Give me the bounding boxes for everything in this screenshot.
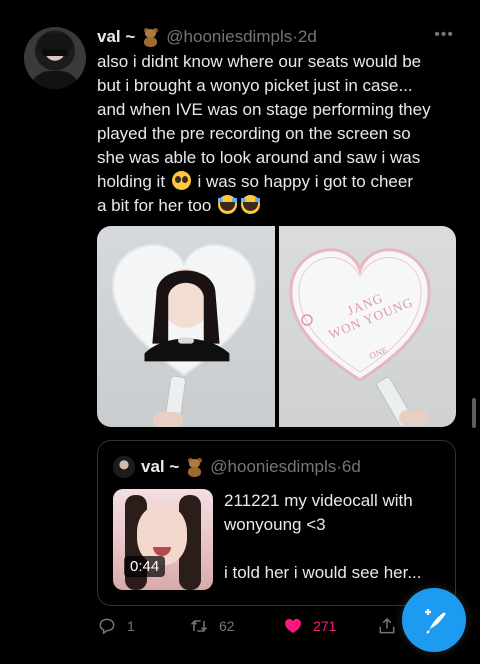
scrollbar[interactable] bbox=[472, 398, 476, 428]
photo-1[interactable] bbox=[97, 226, 275, 427]
video-duration: 0:44 bbox=[124, 556, 166, 577]
text-line: she was able to look around and saw i wa… bbox=[97, 148, 421, 167]
video-thumbnail[interactable]: 0:44 bbox=[113, 489, 213, 590]
pleading-face-icon bbox=[171, 171, 191, 190]
reply-button[interactable]: 1 bbox=[97, 614, 135, 638]
tweet-text: also i didnt know where our seats would … bbox=[97, 50, 467, 218]
author-avatar[interactable] bbox=[24, 27, 86, 89]
share-icon bbox=[379, 617, 395, 634]
quoted-tweet-header: val ~ @hooniesdimpls · 6d bbox=[113, 456, 361, 478]
tweet[interactable]: val ~ @hooniesdimpls · 2d ••• also i did… bbox=[0, 0, 480, 664]
text-line: but i brought a wonyo picket just in cas… bbox=[97, 76, 413, 95]
text-line: also i didnt know where our seats would … bbox=[97, 52, 422, 71]
text-line: wonyoung <3 bbox=[224, 515, 326, 534]
more-options-icon[interactable]: ••• bbox=[434, 26, 454, 44]
feather-plus-icon bbox=[425, 609, 446, 634]
hand bbox=[398, 410, 429, 426]
like-count: 271 bbox=[313, 618, 337, 634]
text-line-6: holding it i was so happy i got to cheer bbox=[97, 170, 467, 194]
text-line: played the pre recording on the screen s… bbox=[97, 124, 411, 143]
quoted-tweet[interactable]: val ~ @hooniesdimpls · 6d 0:44 211221 my… bbox=[97, 440, 456, 606]
tweet-header: val ~ @hooniesdimpls · 2d bbox=[97, 26, 317, 48]
quoted-author-avatar bbox=[113, 456, 135, 478]
tweet-actions: 1 62 271 bbox=[97, 614, 397, 638]
heart-fan-image bbox=[111, 243, 257, 377]
text-line-8: a bit for her too bbox=[97, 194, 467, 218]
tweet-time[interactable]: 2d bbox=[298, 27, 317, 47]
text-line: 211221 my videocall with bbox=[224, 491, 413, 510]
crying-face-icon bbox=[218, 195, 238, 214]
quoted-tweet-text: 211221 my videocall with wonyoung <3 i t… bbox=[224, 489, 444, 585]
retweet-count: 62 bbox=[219, 618, 235, 634]
crying-face-icon bbox=[241, 195, 261, 214]
text-segment: holding it bbox=[97, 172, 166, 191]
compose-tweet-button[interactable] bbox=[402, 588, 466, 652]
text-segment: a bit for her too bbox=[97, 196, 212, 215]
text-line: and when IVE was on stage performing the… bbox=[97, 100, 431, 119]
heart-icon bbox=[285, 618, 301, 634]
reply-icon bbox=[99, 618, 115, 635]
retweet-button[interactable]: 62 bbox=[189, 614, 235, 638]
author-name[interactable]: val ~ bbox=[97, 27, 135, 47]
text-segment: i was so happy i got to cheer bbox=[197, 172, 413, 191]
teddy-bear-icon bbox=[141, 27, 160, 47]
media-grid: JANG WON YOUNG ONE bbox=[97, 226, 456, 427]
author-handle[interactable]: @hooniesdimpls bbox=[166, 27, 292, 47]
text-line: i told her i would see her... bbox=[224, 563, 422, 582]
quoted-tweet-time: 6d bbox=[341, 457, 361, 476]
hand bbox=[153, 412, 183, 427]
teddy-bear-icon bbox=[185, 457, 204, 477]
like-button[interactable]: 271 bbox=[283, 614, 336, 638]
quoted-author-name: val ~ bbox=[141, 457, 180, 476]
retweet-icon bbox=[190, 620, 208, 632]
quoted-author-handle: @hooniesdimpls bbox=[210, 457, 337, 476]
reply-count: 1 bbox=[127, 618, 135, 634]
photo-2[interactable]: JANG WON YOUNG ONE bbox=[278, 226, 456, 427]
